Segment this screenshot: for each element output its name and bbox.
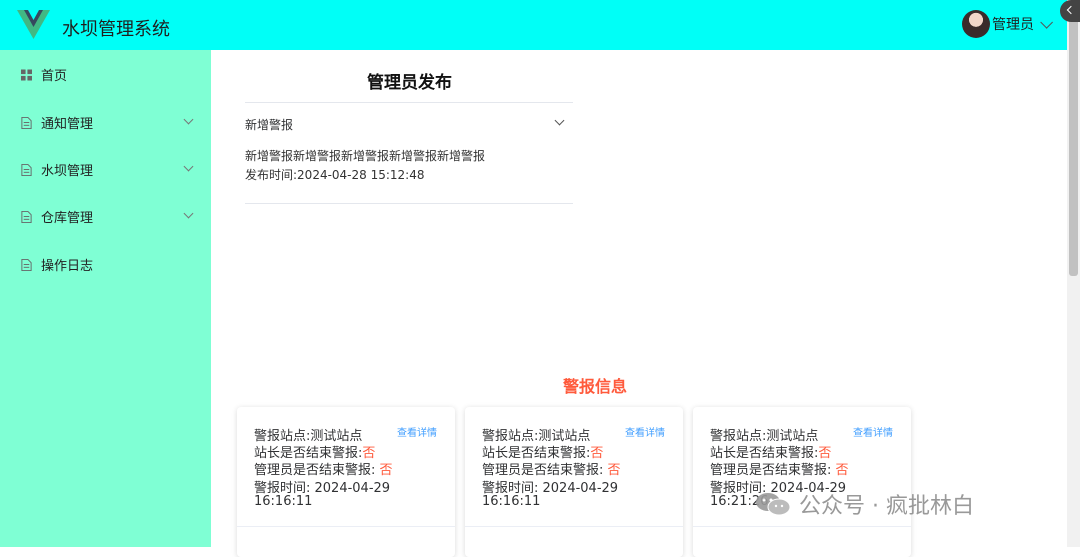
sidebar-item-label: 水坝管理 — [41, 164, 94, 179]
divider — [245, 102, 573, 103]
alarm-time-clock: 16:16:11 — [482, 494, 541, 509]
document-icon — [21, 163, 32, 176]
status-label: 管理员是否结束警报: — [482, 463, 608, 478]
collapse-panel-button[interactable] — [1060, 0, 1080, 22]
scroll-thumb[interactable] — [1069, 14, 1078, 276]
status-label: 管理员是否结束警报: — [710, 463, 836, 478]
sidebar-item-warehouse[interactable]: 仓库管理 — [0, 193, 211, 240]
chevron-down-icon — [183, 208, 194, 219]
document-icon — [21, 116, 32, 129]
sidebar-item-label: 通知管理 — [41, 117, 94, 132]
sidebar-item-notice[interactable]: 通知管理 — [0, 99, 211, 146]
status-value: 否 — [607, 463, 621, 478]
admin-end-status: 管理员是否结束警报: 否 — [710, 459, 849, 478]
chevron-down-icon — [183, 114, 194, 125]
user-avatar[interactable] — [962, 10, 990, 38]
chevron-down-icon — [183, 161, 194, 172]
admin-end-status: 管理员是否结束警报: 否 — [254, 459, 393, 478]
watermark: 公众号 · 疯批林白 — [755, 488, 974, 520]
sidebar-item-home[interactable]: 首页 — [0, 51, 211, 98]
document-icon — [21, 210, 32, 223]
card-divider — [693, 526, 911, 527]
view-detail-link[interactable]: 查看详情 — [853, 424, 893, 439]
card-divider — [465, 526, 683, 527]
alarm-card: 警报站点:测试站点 查看详情 站长是否结束警报:否 管理员是否结束警报: 否 警… — [693, 407, 911, 557]
chevron-left-icon — [1066, 5, 1076, 15]
document-icon — [21, 258, 32, 271]
status-value: 否 — [379, 463, 393, 478]
publish-title: 管理员发布 — [367, 73, 452, 93]
view-detail-link[interactable]: 查看详情 — [397, 424, 437, 439]
view-detail-link[interactable]: 查看详情 — [625, 424, 665, 439]
sidebar-item-label: 首页 — [41, 69, 68, 84]
sidebar-item-label: 仓库管理 — [41, 211, 94, 226]
sidebar: 首页 通知管理 水坝管理 仓库管理 操作日志 — [0, 50, 211, 547]
grid-icon — [21, 69, 32, 80]
user-name[interactable]: 管理员 — [992, 14, 1034, 34]
alarm-card: 警报站点:测试站点 查看详情 站长是否结束警报:否 管理员是否结束警报: 否 警… — [237, 407, 455, 557]
wechat-icon — [756, 493, 791, 516]
vue-logo-icon[interactable] — [17, 10, 50, 39]
publish-content: 新增警报新增警报新增警报新增警报新增警报 — [245, 149, 486, 163]
admin-end-status: 管理员是否结束警报: 否 — [482, 459, 621, 478]
user-menu[interactable]: 管理员 — [962, 10, 1053, 38]
sidebar-item-log[interactable]: 操作日志 — [0, 241, 211, 288]
publish-time: 发布时间:2024-04-28 15:12:48 — [245, 168, 425, 182]
top-header: 水坝管理系统 管理员 — [0, 0, 1067, 50]
page-scrollbar[interactable] — [1067, 0, 1080, 547]
app-title: 水坝管理系统 — [62, 19, 170, 40]
card-divider — [237, 526, 455, 527]
chevron-down-icon[interactable] — [1040, 15, 1053, 29]
collapse-body: 新增警报新增警报新增警报新增警报新增警报 发布时间:2024-04-28 15:… — [245, 147, 485, 185]
sidebar-item-dam[interactable]: 水坝管理 — [0, 146, 211, 193]
alarm-card: 警报站点:测试站点 查看详情 站长是否结束警报:否 管理员是否结束警报: 否 警… — [465, 407, 683, 557]
watermark-text: 公众号 · 疯批林白 — [799, 494, 974, 519]
divider — [245, 203, 573, 204]
alarm-section-title: 警报信息 — [563, 377, 628, 396]
collapse-title[interactable]: 新增警报 — [245, 116, 293, 133]
alarm-time-clock: 16:16:11 — [254, 494, 313, 509]
chevron-down-icon[interactable] — [554, 115, 565, 126]
status-value: 否 — [835, 463, 849, 478]
sidebar-item-label: 操作日志 — [41, 259, 94, 274]
status-label: 管理员是否结束警报: — [254, 463, 380, 478]
